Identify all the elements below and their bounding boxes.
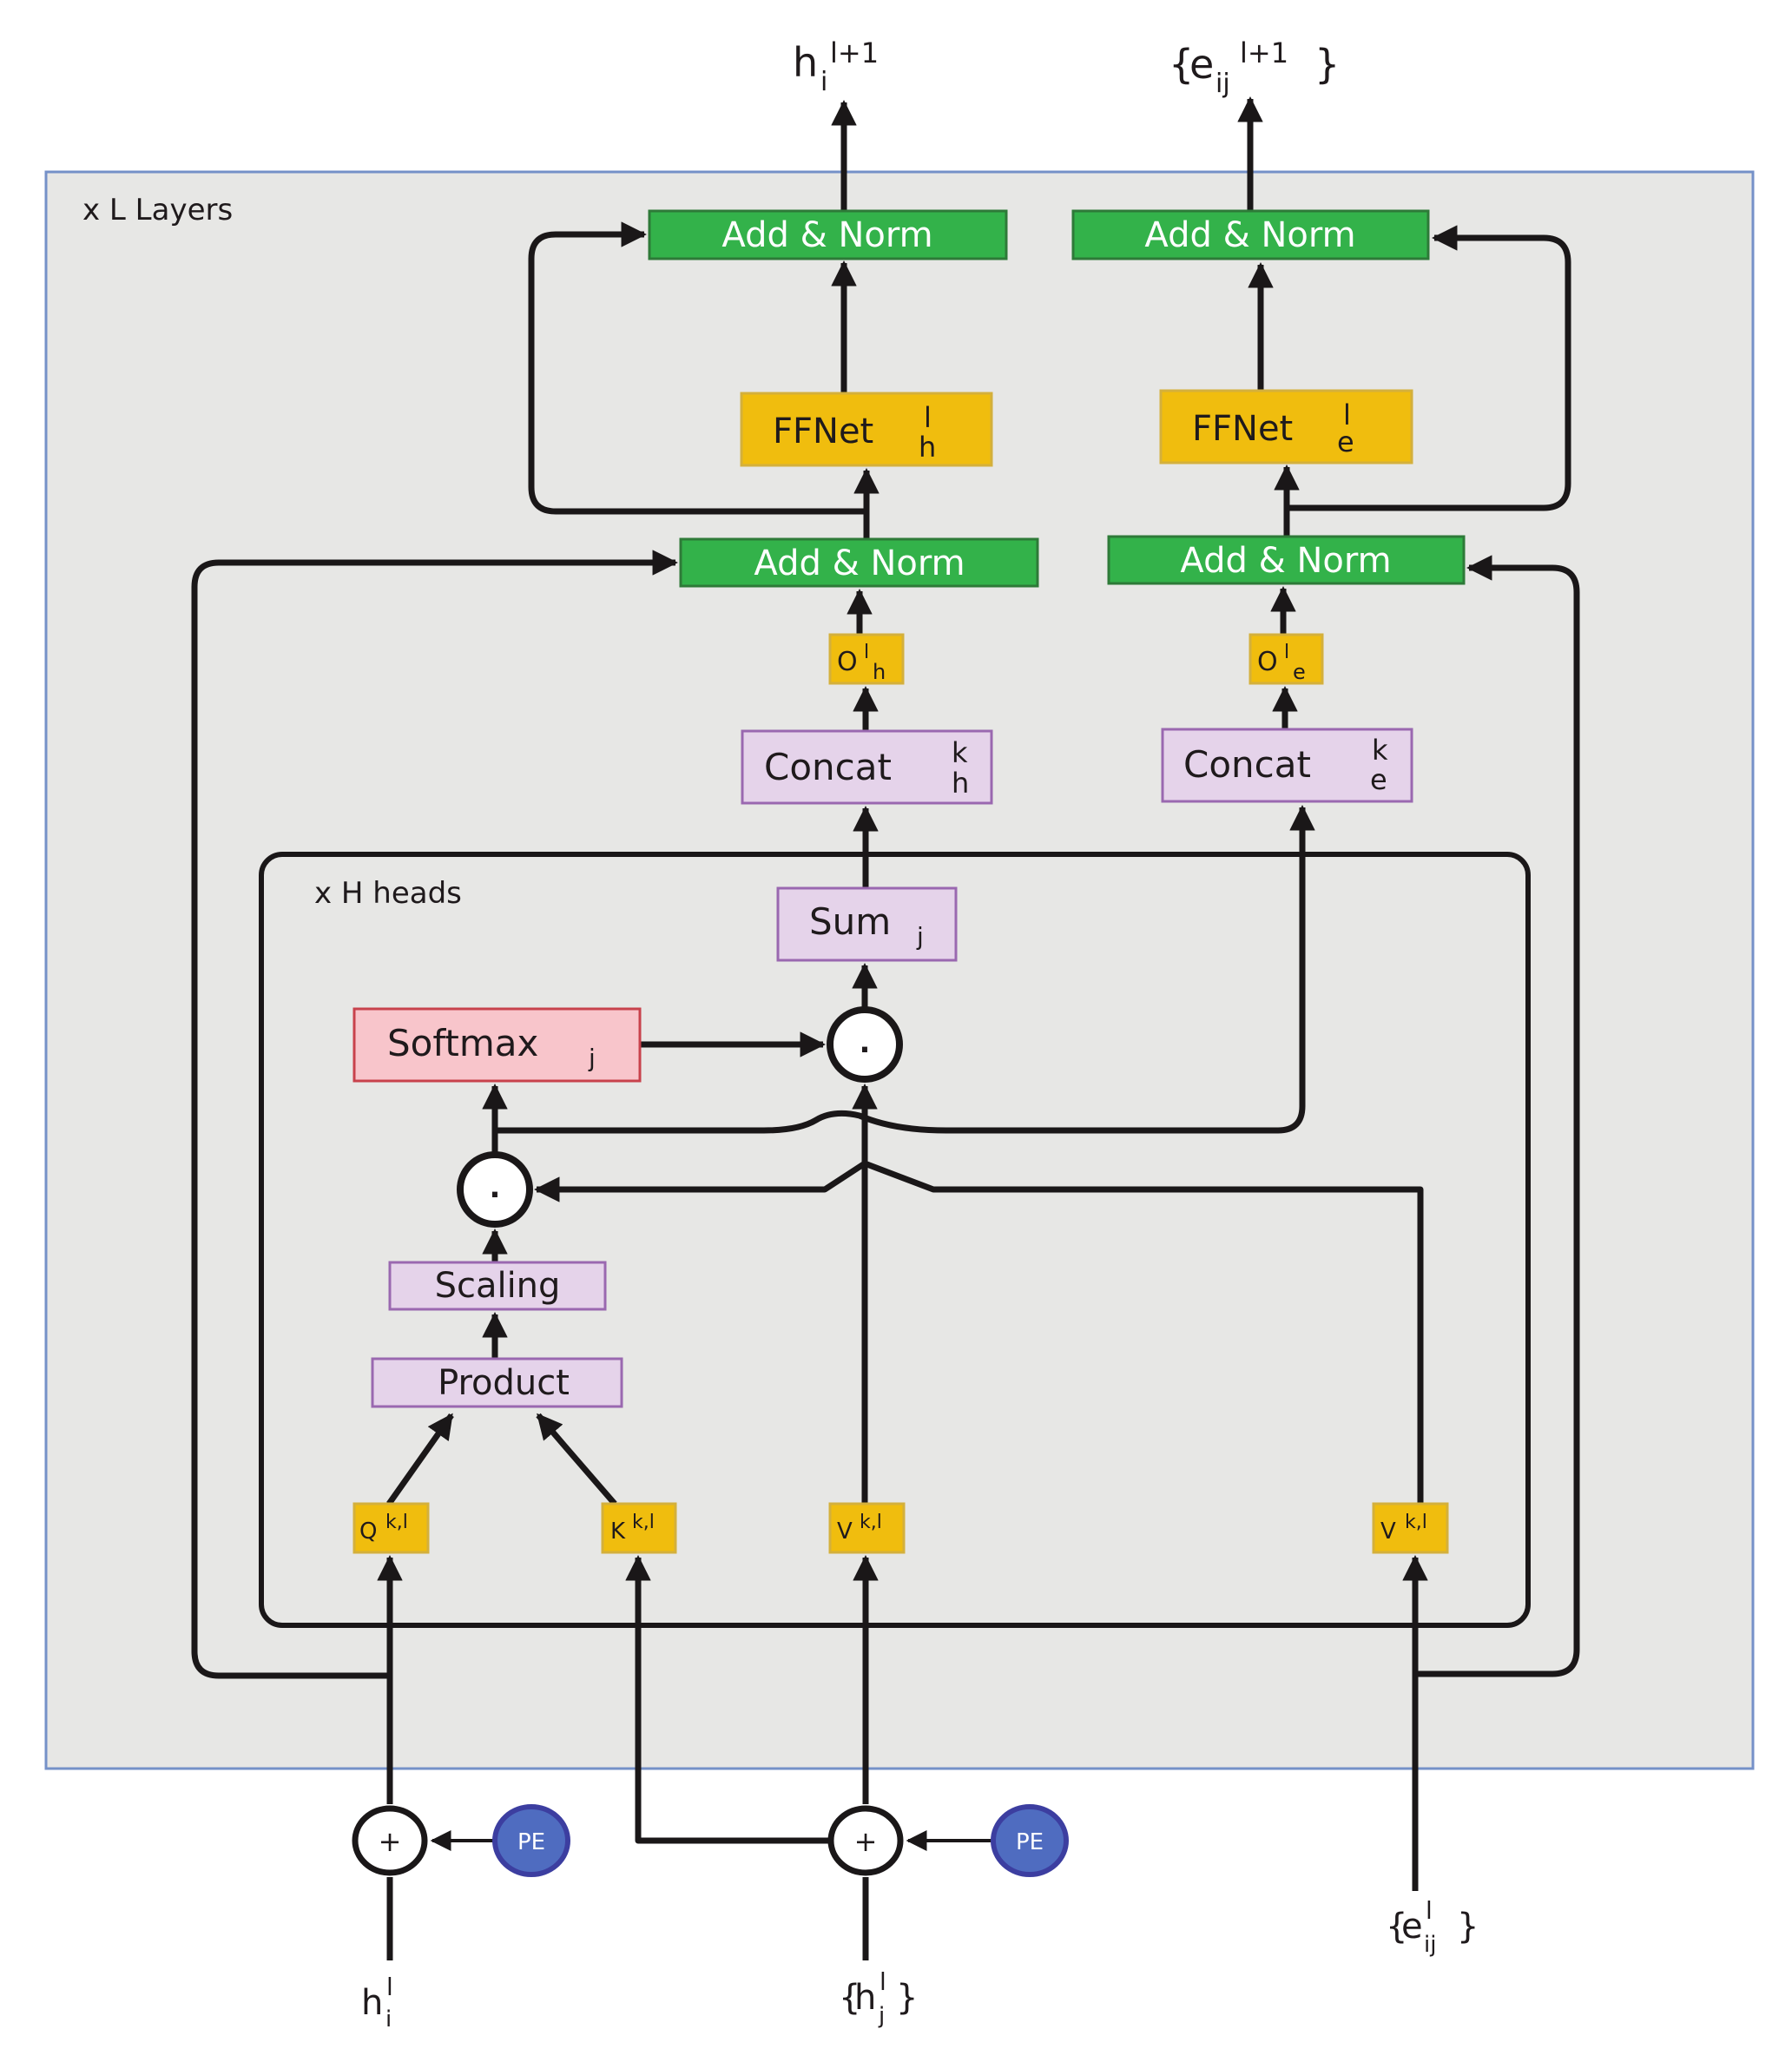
concat-h: Concat k h: [741, 729, 993, 805]
ffnet-e-base: FFNet: [1192, 409, 1293, 449]
concat-e-sub: e: [1370, 763, 1387, 796]
input-node-j-label: { h j l }: [839, 1967, 918, 2029]
output-node-sup: l+1: [830, 36, 879, 69]
output-node-sub: i: [820, 67, 827, 97]
ffnet-e: FFNet l e: [1159, 389, 1413, 464]
ffnet-h-sup: l: [924, 401, 932, 434]
add-norm-mid-e: Add & Norm: [1107, 535, 1466, 585]
ffnet-h-sub: h: [919, 431, 936, 464]
dot-operator-bottom: .: [457, 1151, 533, 1228]
input-edge-base: e: [1401, 1907, 1423, 1947]
plus-operator-j-label: +: [854, 1825, 878, 1858]
graph-transformer-diagram: x L Layers x H heads Add & Norm Add & No…: [44, 36, 1755, 2033]
o-h-sup: l: [864, 642, 869, 663]
add-norm-mid-h-label: Add & Norm: [754, 544, 965, 583]
svg-text:FFNet: FFNet: [773, 412, 873, 451]
pe-j-label: PE: [1016, 1829, 1044, 1855]
add-norm-top-e: Add & Norm: [1071, 209, 1430, 260]
q-block: Q k,l: [352, 1502, 430, 1554]
layers-label: x L Layers: [82, 193, 233, 227]
o-e: O l e: [1248, 633, 1324, 685]
product-block: Product: [371, 1357, 623, 1408]
softmax-sub: j: [588, 1044, 596, 1072]
add-norm-mid-h: Add & Norm: [679, 537, 1039, 588]
ffnet-h: FFNet l h: [740, 392, 993, 467]
output-edge-label: { e ij l+1 }: [1169, 36, 1340, 99]
o-e-sub: e: [1293, 660, 1306, 684]
pe-i: PE: [492, 1804, 570, 1877]
softmax-block: Softmax j: [352, 1007, 642, 1083]
input-node-j-close: }: [896, 1978, 918, 2018]
input-edge-label: { e ij l }: [1386, 1896, 1479, 1958]
dot-operator-bottom-label: .: [490, 1170, 501, 1205]
dot-operator-top-label: .: [860, 1025, 871, 1060]
output-edge-sup: l+1: [1240, 36, 1288, 69]
input-node-i-label: h i l: [361, 1973, 393, 2033]
input-node-j-base: h: [854, 1978, 876, 2018]
output-edge-close: }: [1314, 41, 1340, 88]
svg-text:FFNet: FFNet: [1192, 409, 1293, 449]
pe-j: PE: [991, 1804, 1069, 1877]
add-norm-top-e-label: Add & Norm: [1144, 215, 1355, 255]
v-node-block: V k,l: [828, 1502, 906, 1554]
dot-operator-top: .: [827, 1006, 903, 1083]
output-node-label: h i l+1: [793, 36, 879, 97]
add-norm-mid-e-label: Add & Norm: [1180, 541, 1391, 581]
v-node-sup: k,l: [860, 1512, 882, 1533]
sum-block: Sum j: [776, 886, 958, 962]
plus-operator-i-label: +: [379, 1825, 402, 1858]
ffnet-h-base: FFNet: [773, 412, 873, 451]
concat-h-sub: h: [952, 767, 969, 800]
concat-e-sup: k: [1372, 734, 1388, 767]
o-e-base: O: [1257, 647, 1278, 677]
input-edge-close: }: [1457, 1907, 1479, 1947]
o-h-sub: h: [873, 660, 886, 684]
softmax-base: Softmax: [387, 1022, 538, 1064]
concat-h-base: Concat: [764, 746, 892, 788]
input-node-i-sub: i: [385, 2006, 392, 2033]
input-node-i-base: h: [361, 1983, 383, 2023]
k-block: K k,l: [601, 1502, 677, 1554]
o-h-base: O: [837, 647, 858, 677]
add-norm-top-h: Add & Norm: [648, 209, 1008, 260]
input-edge-sub: ij: [1424, 1932, 1436, 1958]
input-edge-sup: l: [1426, 1896, 1433, 1925]
concat-h-sup: k: [952, 736, 968, 769]
q-base: Q: [359, 1519, 377, 1545]
q-sup: k,l: [385, 1512, 408, 1533]
sum-base: Sum: [809, 900, 891, 943]
k-sup: k,l: [632, 1512, 655, 1533]
input-node-j-sub: j: [878, 2003, 885, 2029]
concat-e: Concat k e: [1161, 728, 1413, 803]
sum-sub: j: [916, 922, 924, 951]
v-edge-base: V: [1380, 1519, 1396, 1545]
output-edge-sub: ij: [1216, 69, 1230, 99]
input-node-i-sup: l: [386, 1973, 393, 2001]
o-h: O l h: [828, 633, 905, 685]
product-label: Product: [438, 1363, 570, 1403]
output-node-base: h: [793, 39, 818, 86]
v-edge-block: V k,l: [1372, 1502, 1449, 1554]
plus-operator-j: +: [827, 1805, 904, 1876]
pe-i-label: PE: [517, 1829, 545, 1855]
concat-e-base: Concat: [1183, 743, 1311, 786]
scaling-label: Scaling: [435, 1266, 561, 1306]
add-norm-top-h-label: Add & Norm: [721, 215, 932, 255]
v-node-base: V: [837, 1519, 853, 1545]
ffnet-e-sub: e: [1337, 425, 1354, 458]
o-e-sup: l: [1284, 642, 1289, 663]
scaling-block: Scaling: [388, 1261, 607, 1311]
output-edge-base: e: [1189, 41, 1214, 88]
input-node-j-sup: l: [880, 1967, 886, 1996]
heads-label: x H heads: [314, 876, 462, 911]
k-base: K: [610, 1519, 626, 1545]
plus-operator-i: +: [352, 1805, 428, 1876]
v-edge-sup: k,l: [1405, 1512, 1427, 1533]
